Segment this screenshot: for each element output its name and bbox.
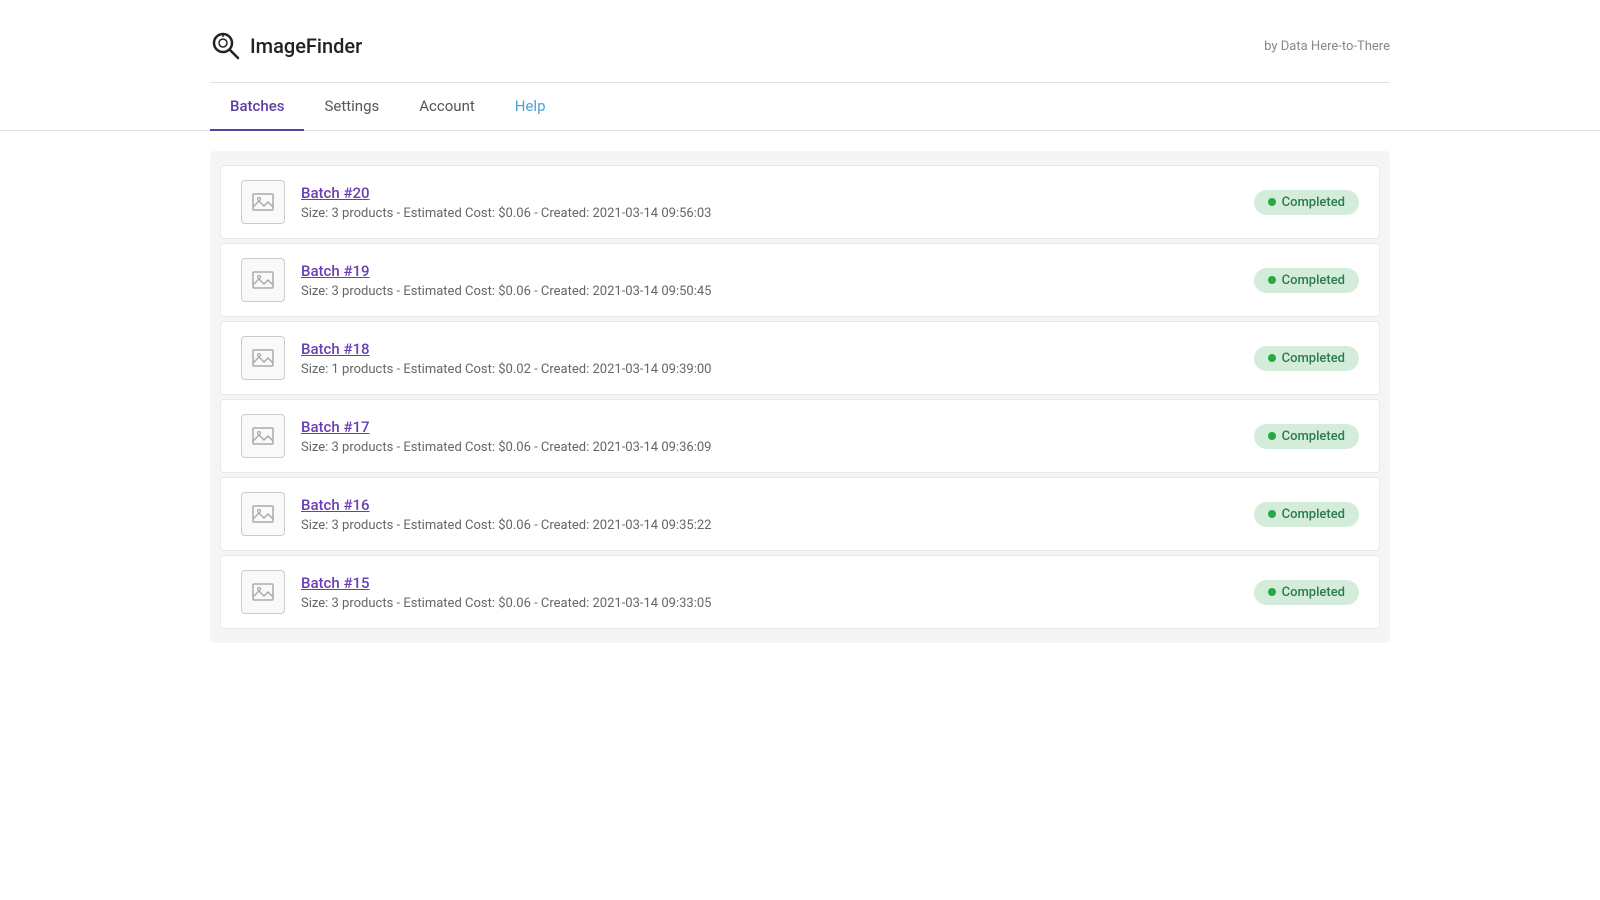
batch-details: Size: 3 products - Estimated Cost: $0.06…: [301, 596, 1254, 611]
status-label: Completed: [1282, 351, 1345, 366]
status-badge: Completed: [1254, 580, 1359, 605]
image-icon: [251, 190, 275, 214]
status-dot: [1268, 588, 1276, 596]
batch-info: Batch #15 Size: 3 products - Estimated C…: [301, 573, 1254, 611]
batch-details: Size: 1 products - Estimated Cost: $0.02…: [301, 362, 1254, 377]
batch-icon: [241, 414, 285, 458]
batch-details: Size: 3 products - Estimated Cost: $0.06…: [301, 284, 1254, 299]
batch-details: Size: 3 products - Estimated Cost: $0.06…: [301, 440, 1254, 455]
image-icon: [251, 580, 275, 604]
status-badge: Completed: [1254, 190, 1359, 215]
batch-item: Batch #16 Size: 3 products - Estimated C…: [220, 477, 1380, 551]
batch-details: Size: 3 products - Estimated Cost: $0.06…: [301, 206, 1254, 221]
batch-info: Batch #17 Size: 3 products - Estimated C…: [301, 417, 1254, 455]
batch-title[interactable]: Batch #19: [301, 262, 370, 280]
status-label: Completed: [1282, 273, 1345, 288]
batch-details: Size: 3 products - Estimated Cost: $0.06…: [301, 518, 1254, 533]
batch-item: Batch #17 Size: 3 products - Estimated C…: [220, 399, 1380, 473]
status-dot: [1268, 276, 1276, 284]
image-icon: [251, 424, 275, 448]
batch-title[interactable]: Batch #20: [301, 184, 370, 202]
batch-title[interactable]: Batch #17: [301, 418, 370, 436]
status-badge: Completed: [1254, 502, 1359, 527]
status-badge: Completed: [1254, 346, 1359, 371]
status-badge: Completed: [1254, 268, 1359, 293]
image-icon: [251, 502, 275, 526]
logo-area: ImageFinder: [210, 30, 362, 62]
app-title: ImageFinder: [250, 34, 362, 58]
status-dot: [1268, 198, 1276, 206]
batch-info: Batch #18 Size: 1 products - Estimated C…: [301, 339, 1254, 377]
batch-title[interactable]: Batch #15: [301, 574, 370, 592]
status-dot: [1268, 354, 1276, 362]
batch-item: Batch #19 Size: 3 products - Estimated C…: [220, 243, 1380, 317]
batch-icon: [241, 336, 285, 380]
batch-item: Batch #20 Size: 3 products - Estimated C…: [220, 165, 1380, 239]
image-icon: [251, 268, 275, 292]
status-dot: [1268, 510, 1276, 518]
app-byline: by Data Here-to-There: [1264, 39, 1390, 54]
batch-icon: [241, 492, 285, 536]
batch-info: Batch #20 Size: 3 products - Estimated C…: [301, 183, 1254, 221]
batch-title[interactable]: Batch #16: [301, 496, 370, 514]
status-label: Completed: [1282, 429, 1345, 444]
batch-title[interactable]: Batch #18: [301, 340, 370, 358]
batch-icon: [241, 570, 285, 614]
batch-icon: [241, 180, 285, 224]
nav-account[interactable]: Account: [399, 83, 495, 131]
nav-help[interactable]: Help: [495, 83, 566, 131]
nav-batches[interactable]: Batches: [210, 83, 304, 131]
status-label: Completed: [1282, 507, 1345, 522]
main-content: Batch #20 Size: 3 products - Estimated C…: [0, 131, 1600, 663]
batches-list: Batch #20 Size: 3 products - Estimated C…: [210, 151, 1390, 643]
status-badge: Completed: [1254, 424, 1359, 449]
batch-info: Batch #19 Size: 3 products - Estimated C…: [301, 261, 1254, 299]
app-logo-icon: [210, 30, 242, 62]
image-icon: [251, 346, 275, 370]
batch-info: Batch #16 Size: 3 products - Estimated C…: [301, 495, 1254, 533]
batch-item: Batch #15 Size: 3 products - Estimated C…: [220, 555, 1380, 629]
app-header: ImageFinder by Data Here-to-There: [0, 0, 1600, 82]
status-label: Completed: [1282, 195, 1345, 210]
nav-settings[interactable]: Settings: [304, 83, 399, 131]
status-dot: [1268, 432, 1276, 440]
batch-item: Batch #18 Size: 1 products - Estimated C…: [220, 321, 1380, 395]
status-label: Completed: [1282, 585, 1345, 600]
batch-icon: [241, 258, 285, 302]
main-nav: Batches Settings Account Help: [0, 83, 1600, 131]
